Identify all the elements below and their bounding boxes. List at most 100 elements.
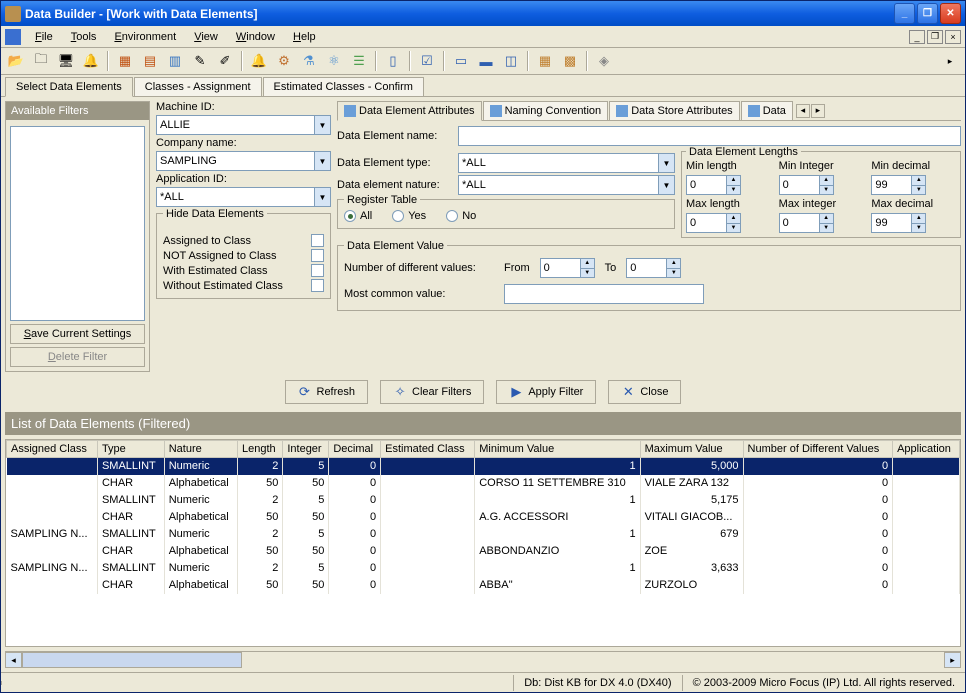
maximize-button[interactable]: ❐ — [917, 3, 938, 24]
delete-filter-button[interactable]: Delete Filter — [10, 347, 145, 367]
chevron-down-icon[interactable]: ▼ — [658, 176, 674, 194]
tab-data-element-attributes[interactable]: Data Element Attributes — [337, 101, 482, 121]
column-header[interactable]: Length — [238, 441, 283, 458]
machine-id-input[interactable] — [157, 116, 314, 134]
table-row[interactable]: CHARAlphabetical50500ABBA''ZURZOLO0 — [7, 577, 960, 594]
column-header[interactable]: Estimated Class — [381, 441, 475, 458]
from-input[interactable]: ▲▼ — [540, 258, 595, 278]
column-header[interactable]: Decimal — [329, 441, 381, 458]
tool-win1-icon[interactable]: ▭ — [450, 50, 472, 72]
tool-list-icon[interactable]: ☰ — [348, 50, 370, 72]
max-integer-input[interactable]: ▲▼ — [779, 213, 834, 233]
checkbox[interactable] — [311, 279, 324, 292]
company-input[interactable] — [157, 152, 314, 170]
refresh-button[interactable]: ⟳Refresh — [285, 380, 369, 404]
scroll-left-icon[interactable]: ◂ — [5, 652, 22, 668]
clear-filters-button[interactable]: ✧Clear Filters — [380, 380, 484, 404]
tool-bell2-icon[interactable]: 🔔 — [248, 50, 270, 72]
de-nature-input[interactable] — [459, 176, 658, 194]
to-input[interactable]: ▲▼ — [626, 258, 681, 278]
min-integer-input[interactable]: ▲▼ — [779, 175, 834, 195]
tool-open-icon[interactable]: 📂 — [5, 50, 27, 72]
tool-form2-icon[interactable]: ▩ — [559, 50, 581, 72]
max-length-input[interactable]: ▲▼ — [686, 213, 741, 233]
tool-help-icon[interactable]: ◈ — [593, 50, 615, 72]
mdi-close-button[interactable]: × — [945, 30, 961, 44]
min-length-input[interactable]: ▲▼ — [686, 175, 741, 195]
apply-filter-button[interactable]: ▶Apply Filter — [496, 380, 596, 404]
tool-monitor-icon[interactable]: 🖥 — [55, 50, 77, 72]
scroll-right-icon[interactable]: ▸ — [944, 652, 961, 668]
column-header[interactable]: Application — [893, 441, 960, 458]
checkbox[interactable] — [311, 249, 324, 262]
company-combo[interactable]: ▼ — [156, 151, 331, 171]
column-header[interactable]: Assigned Class — [7, 441, 98, 458]
tab-data[interactable]: Data — [741, 101, 793, 120]
menu-tools[interactable]: Tools — [63, 29, 105, 45]
tool-form-icon[interactable]: ▦ — [534, 50, 556, 72]
mostcommon-input[interactable] — [504, 284, 704, 304]
checkbox[interactable] — [311, 234, 324, 247]
chevron-down-icon[interactable]: ▼ — [314, 152, 330, 170]
tabs-scroll-right-icon[interactable]: ▸ — [811, 104, 825, 118]
tab-data-store-attributes[interactable]: Data Store Attributes — [609, 101, 740, 120]
table-row[interactable]: CHARAlphabetical50500CORSO 11 SETTEMBRE … — [7, 475, 960, 492]
de-nature-combo[interactable]: ▼ — [458, 175, 675, 195]
tool-flow2-icon[interactable]: ⚗ — [298, 50, 320, 72]
de-name-input[interactable] — [458, 126, 961, 146]
chevron-down-icon[interactable]: ▼ — [658, 154, 674, 172]
table-row[interactable]: CHARAlphabetical50500A.G. ACCESSORIVITAL… — [7, 509, 960, 526]
save-settings-button[interactable]: Save Current Settings — [10, 324, 145, 344]
tab-naming-convention[interactable]: Naming Convention — [483, 101, 609, 120]
checkbox[interactable] — [311, 264, 324, 277]
radio-yes[interactable] — [392, 210, 404, 222]
column-header[interactable]: Integer — [283, 441, 329, 458]
column-header[interactable]: Minimum Value — [475, 441, 640, 458]
tool-folder-icon[interactable]: 🗀 — [30, 50, 52, 72]
close-button-form[interactable]: ✕Close — [608, 380, 681, 404]
tool-doc-icon[interactable]: ▯ — [382, 50, 404, 72]
column-header[interactable]: Type — [97, 441, 164, 458]
table-row[interactable]: CHARAlphabetical50500ABBONDANZIOZOE0 — [7, 543, 960, 560]
tab-estimated-classes[interactable]: Estimated Classes - Confirm — [263, 77, 424, 96]
menu-file[interactable]: File — [27, 29, 61, 45]
de-type-combo[interactable]: ▼ — [458, 153, 675, 173]
menu-help[interactable]: Help — [285, 29, 324, 45]
mdi-restore-button[interactable]: ❐ — [927, 30, 943, 44]
horizontal-scrollbar[interactable]: ◂ ▸ — [5, 651, 961, 668]
tool-check-icon[interactable]: ☑ — [416, 50, 438, 72]
minimize-button[interactable]: _ — [894, 3, 915, 24]
application-id-input[interactable] — [157, 188, 314, 206]
tool-flow1-icon[interactable]: ⚙ — [273, 50, 295, 72]
tool-grid2-icon[interactable]: ▤ — [139, 50, 161, 72]
radio-all[interactable] — [344, 210, 356, 222]
data-grid[interactable]: Assigned ClassTypeNatureLengthIntegerDec… — [5, 439, 961, 647]
column-header[interactable]: Nature — [164, 441, 237, 458]
tool-grid1-icon[interactable]: ▦ — [114, 50, 136, 72]
column-header[interactable]: Maximum Value — [640, 441, 743, 458]
min-decimal-input[interactable]: ▲▼ — [871, 175, 926, 195]
toolbar-chevron-icon[interactable]: ▸ — [939, 50, 961, 72]
tool-win3-icon[interactable]: ◫ — [500, 50, 522, 72]
machine-id-combo[interactable]: ▼ — [156, 115, 331, 135]
radio-no[interactable] — [446, 210, 458, 222]
tool-edit2-icon[interactable]: ✐ — [214, 50, 236, 72]
column-header[interactable]: Number of Different Values — [743, 441, 893, 458]
tab-select-data-elements[interactable]: Select Data Elements — [5, 77, 133, 97]
chevron-down-icon[interactable]: ▼ — [314, 188, 330, 206]
max-decimal-input[interactable]: ▲▼ — [871, 213, 926, 233]
table-row[interactable]: SAMPLING N...SMALLINTNumeric25013,6330 — [7, 560, 960, 577]
chevron-down-icon[interactable]: ▼ — [314, 116, 330, 134]
menu-view[interactable]: View — [186, 29, 226, 45]
tool-win2-icon[interactable]: ▬ — [475, 50, 497, 72]
scroll-thumb[interactable] — [22, 652, 242, 668]
tool-grid3-icon[interactable]: ▥ — [164, 50, 186, 72]
table-row[interactable]: SMALLINTNumeric25015,1750 — [7, 492, 960, 509]
application-id-combo[interactable]: ▼ — [156, 187, 331, 207]
available-filters-list[interactable] — [10, 126, 145, 321]
tool-edit-icon[interactable]: ✎ — [189, 50, 211, 72]
tool-bell-icon[interactable]: 🔔 — [80, 50, 102, 72]
menu-environment[interactable]: Environment — [106, 29, 184, 45]
de-type-input[interactable] — [459, 154, 658, 172]
menu-window[interactable]: Window — [228, 29, 283, 45]
